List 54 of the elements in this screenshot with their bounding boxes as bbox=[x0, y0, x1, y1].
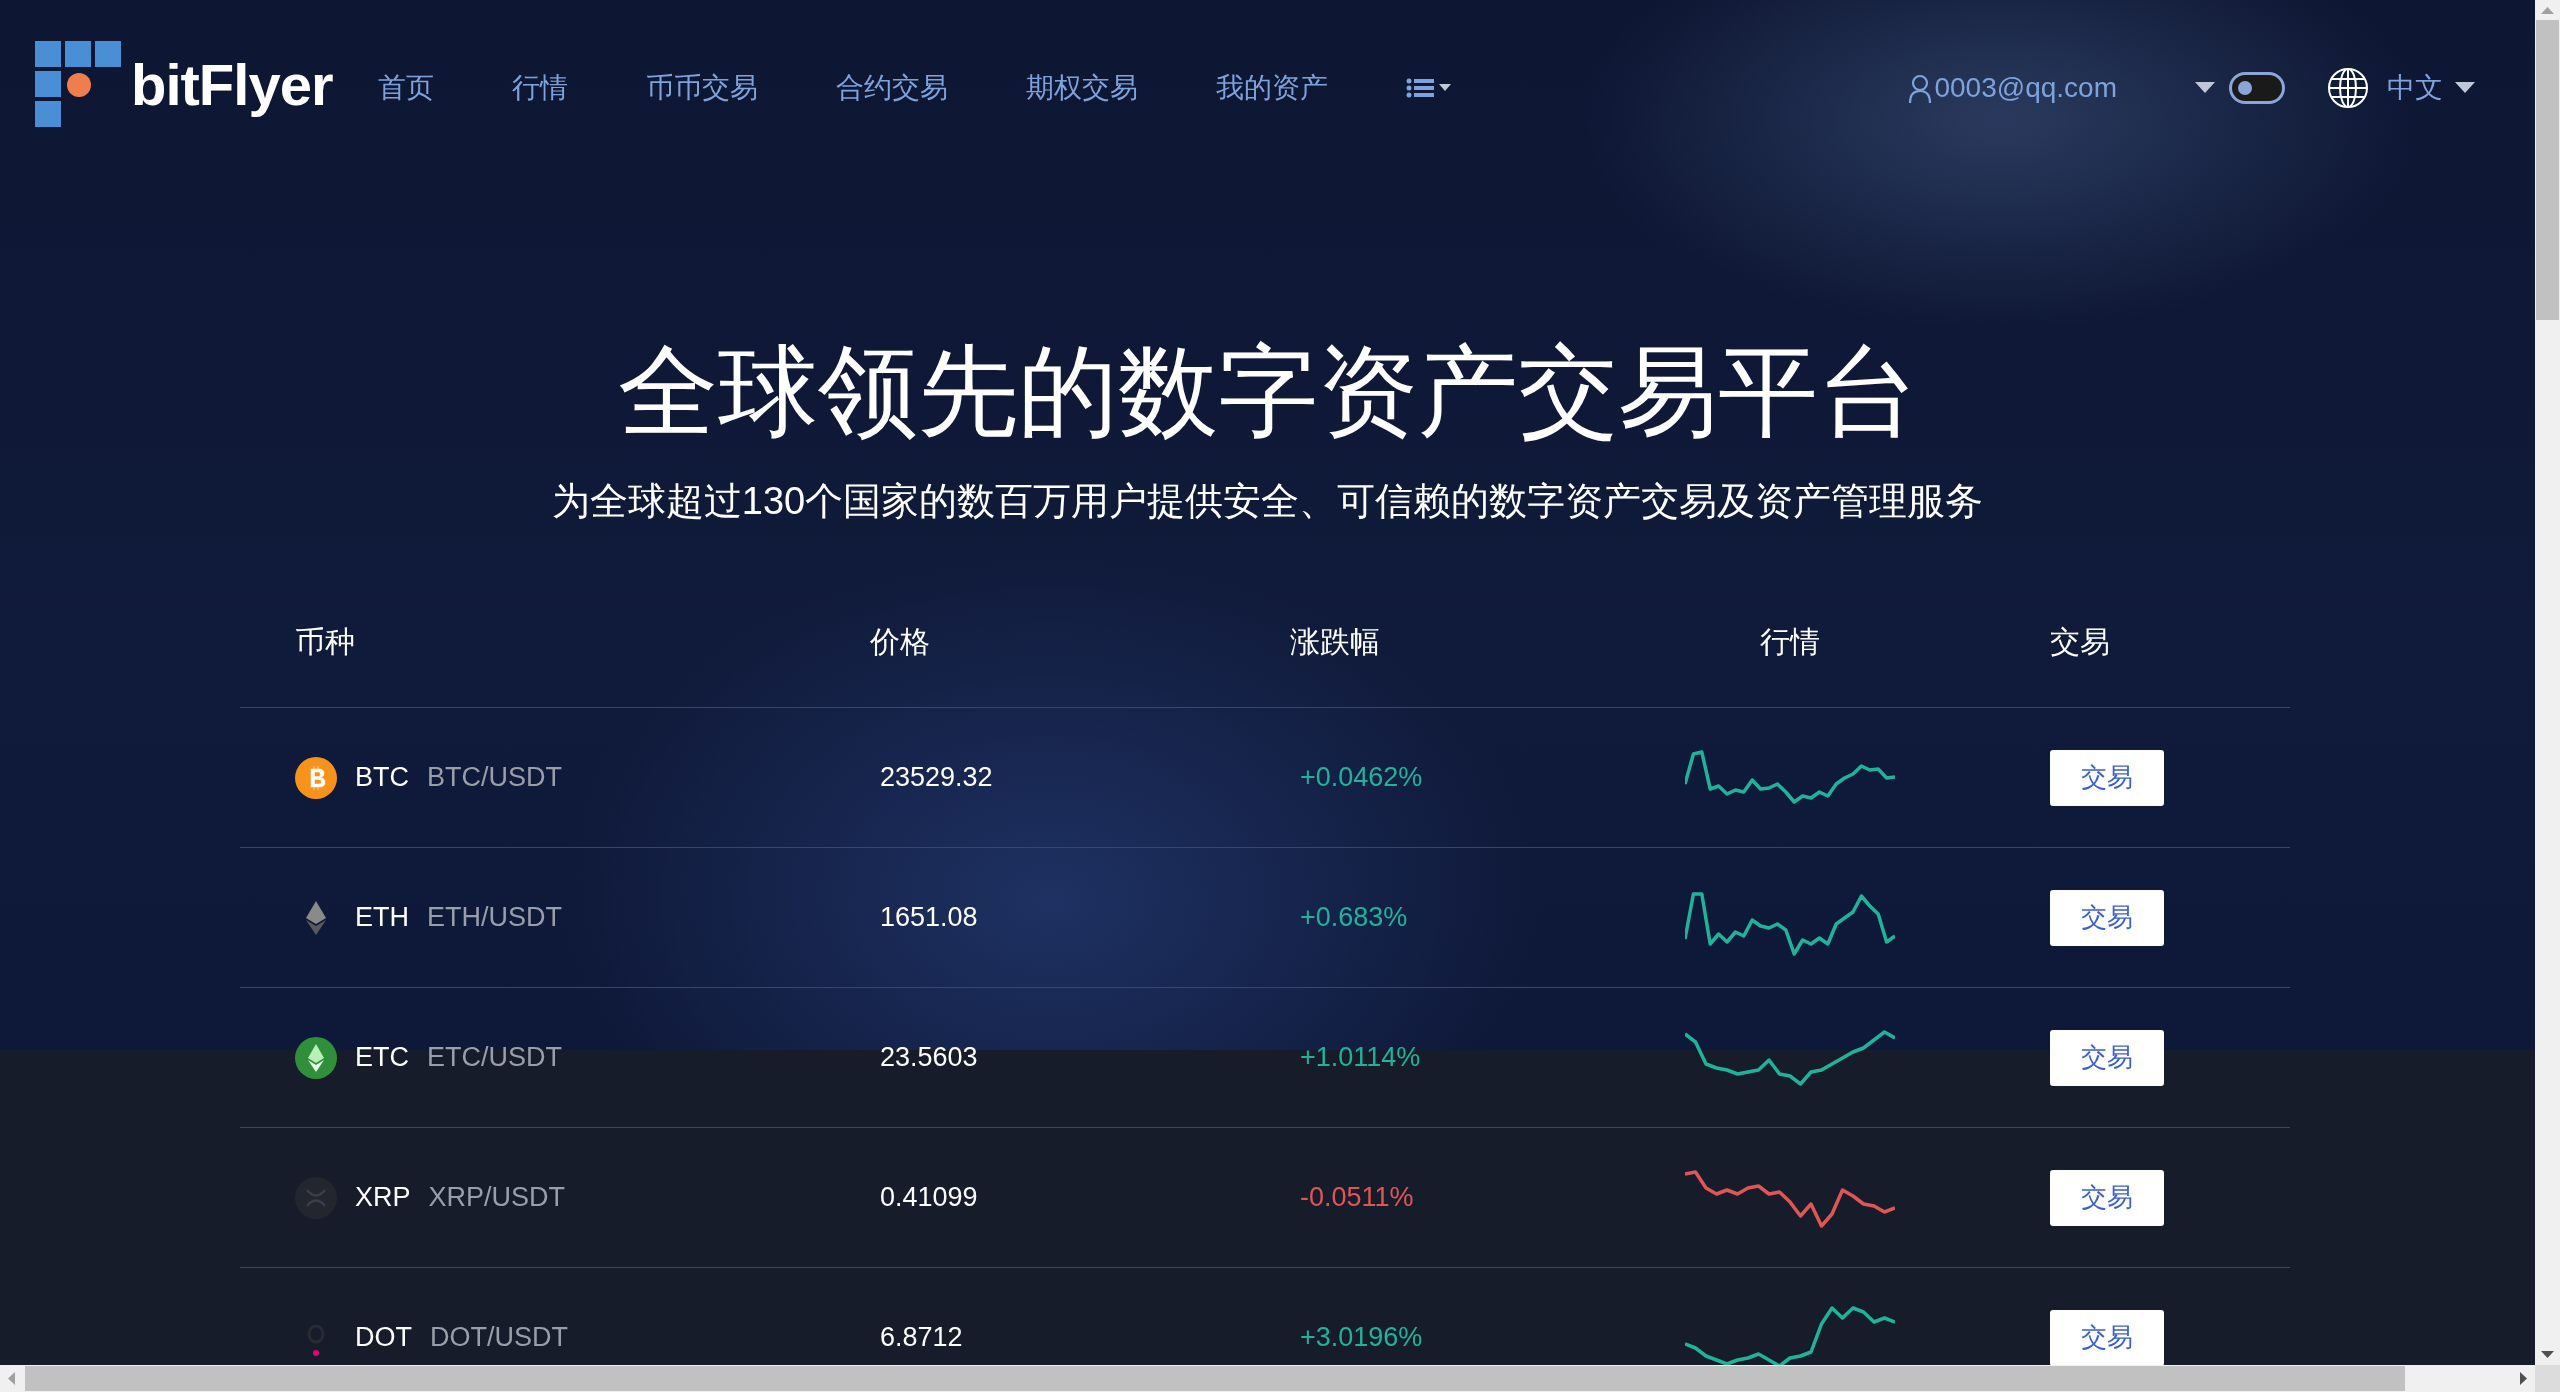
price-cell-text: 0.41099 bbox=[879, 1182, 979, 1213]
hero-title: 全球领先的数字资产交易平台 bbox=[616, 336, 1919, 446]
coin-symbol: ETH bbox=[355, 902, 409, 933]
coin-symbol: XRP bbox=[355, 1182, 411, 1213]
trading-pair: DOT/USDT bbox=[430, 1322, 568, 1353]
trade-button[interactable]: 交易 bbox=[2050, 1309, 2164, 1365]
scrollbar-corner bbox=[2535, 1365, 2560, 1392]
column-header: 价格 bbox=[870, 623, 931, 660]
coin-symbol: DOT bbox=[355, 1322, 412, 1353]
trade-button[interactable]: 交易 bbox=[2050, 749, 2164, 806]
column-header: 涨跌幅 bbox=[1290, 623, 1381, 660]
trade-button[interactable]: 交易 bbox=[2050, 1169, 2164, 1226]
column-header: 交易 bbox=[2050, 623, 2111, 660]
logo-text[interactable]: bitFlyer bbox=[131, 50, 333, 118]
price-cell-text: 23529.32 bbox=[879, 762, 994, 793]
price-cell-text: 6.8712 bbox=[879, 1322, 964, 1353]
hero-subtitle: 为全球超过130个国家的数百万用户提供安全、可信赖的数字资产交易及资产管理服务 bbox=[550, 479, 1985, 524]
vertical-scrollbar[interactable] bbox=[2535, 0, 2560, 1365]
trade-button[interactable]: 交易 bbox=[2050, 889, 2164, 946]
more-menu-button[interactable] bbox=[1405, 77, 1452, 99]
ripple-icon bbox=[295, 1176, 337, 1219]
globe-icon[interactable] bbox=[2327, 67, 2369, 109]
nav-link[interactable]: 币币交易 bbox=[645, 69, 758, 107]
price-cell-text: 23.5603 bbox=[879, 1042, 979, 1073]
language-selector[interactable]: 中文 bbox=[2387, 69, 2475, 107]
change-cell-text: +0.0462% bbox=[1299, 762, 1424, 793]
coin-symbol: ETC bbox=[355, 1042, 409, 1073]
nav-link[interactable]: 首页 bbox=[377, 69, 434, 107]
change-cell-text: +3.0196% bbox=[1299, 1322, 1424, 1353]
column-header: 币种 bbox=[294, 623, 356, 660]
theme-toggle[interactable] bbox=[2229, 72, 2285, 104]
nav-link[interactable]: 行情 bbox=[511, 69, 568, 107]
column-header: 行情 bbox=[1759, 623, 1821, 660]
nav-link[interactable]: 合约交易 bbox=[835, 69, 948, 107]
change-cell-text: +0.683% bbox=[1299, 902, 1409, 933]
price-cell-text: 1651.08 bbox=[879, 902, 979, 933]
nav-link[interactable]: 期权交易 bbox=[1025, 69, 1138, 107]
trading-pair: XRP/USDT bbox=[428, 1182, 566, 1213]
coin-symbol: BTC bbox=[355, 762, 409, 793]
scrollbar-thumb[interactable] bbox=[2536, 20, 2559, 320]
user-account-link[interactable]: 0003@qq.com bbox=[1908, 72, 2117, 104]
trading-pair: BTC/USDT bbox=[427, 762, 562, 793]
trading-pair: ETC/USDT bbox=[427, 1042, 562, 1073]
user-icon bbox=[1908, 74, 1933, 104]
caret-icon bbox=[2455, 82, 2475, 94]
caret-icon[interactable] bbox=[2195, 82, 2215, 94]
change-cell-text: -0.0511% bbox=[1299, 1182, 1415, 1213]
change-cell-text: +1.0114% bbox=[1299, 1042, 1422, 1073]
trading-pair: ETH/USDT bbox=[427, 902, 562, 933]
logo-icon[interactable] bbox=[35, 41, 121, 127]
nav-link[interactable]: 我的资产 bbox=[1215, 69, 1328, 107]
trade-button[interactable]: 交易 bbox=[2050, 1029, 2164, 1086]
bitcoin-icon bbox=[295, 756, 337, 799]
ethereum-classic-icon bbox=[295, 1036, 337, 1079]
